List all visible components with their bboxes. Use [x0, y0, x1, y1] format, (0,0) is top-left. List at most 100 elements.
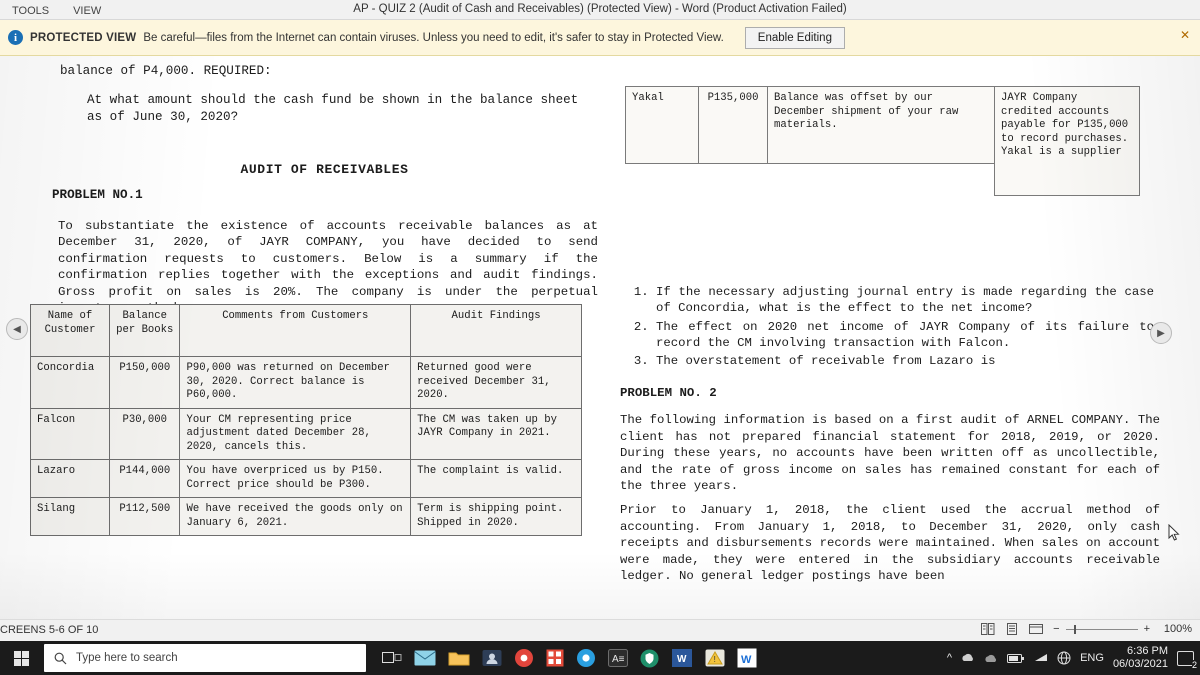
- web-layout-icon[interactable]: [1029, 623, 1044, 635]
- notification-count: 2: [1191, 659, 1197, 670]
- col-comments-from-customers: Comments from Customers: [179, 304, 412, 357]
- problem-2-text: The following information is based on a …: [620, 413, 1160, 493]
- store-icon[interactable]: A≡: [608, 649, 628, 667]
- cell-balance: P30,000: [109, 407, 181, 460]
- cloud-icon[interactable]: [984, 652, 998, 665]
- zoom-level[interactable]: 100%: [1160, 623, 1192, 635]
- cell-findings: Term is shipping point. Shipped in 2020.: [410, 497, 582, 536]
- window-title: AP - QUIZ 2 (Audit of Cash and Receivabl…: [353, 3, 847, 15]
- section-heading: AUDIT OF RECEIVABLES: [240, 162, 409, 177]
- enable-editing-button[interactable]: Enable Editing: [744, 26, 845, 49]
- cell-findings: Returned good were received December 31,…: [410, 356, 582, 409]
- cell-name: Lazaro: [29, 459, 111, 498]
- col-audit-findings: Audit Findings: [410, 304, 582, 357]
- cell-balance: P144,000: [109, 459, 181, 498]
- cell-comments: Your CM representing price adjustment da…: [179, 407, 412, 460]
- document-page: balance of P4,000. REQUIRED: At what amo…: [0, 56, 1200, 619]
- ribbon-strip: TOOLS VIEW AP - QUIZ 2 (Audit of Cash an…: [0, 0, 1200, 20]
- zoom-out-button[interactable]: −: [1053, 623, 1059, 635]
- taskbar: Type here to search A≡ W ! W ^ ENG 6:36 …: [0, 641, 1200, 675]
- search-placeholder: Type here to search: [76, 652, 178, 664]
- battery-icon[interactable]: [1007, 653, 1025, 664]
- notification-icon[interactable]: 2: [1177, 650, 1197, 670]
- globe-icon[interactable]: [1057, 651, 1071, 665]
- previous-screen-button[interactable]: ◀: [6, 318, 28, 340]
- table-header-row: Name of Customer Balance per Books Comme…: [29, 304, 582, 357]
- cell-comments: You have overpriced us by P150. Correct …: [179, 459, 412, 498]
- problem-2-text-continued: Prior to January 1, 2018, the client use…: [620, 503, 1160, 583]
- col-balance-per-books: Balance per Books: [109, 304, 181, 357]
- clock[interactable]: 6:36 PM 06/03/2021: [1113, 645, 1168, 671]
- status-bar-right: − + 100%: [981, 623, 1192, 635]
- cell-comments: P90,000 was returned on December 30, 202…: [179, 356, 412, 409]
- question-item: The effect on 2020 net income of JAYR Co…: [656, 319, 1154, 352]
- chrome-red-icon[interactable]: [514, 648, 534, 668]
- svg-text:W: W: [677, 654, 687, 665]
- cell-name: Concordia: [29, 356, 111, 409]
- document-canvas: balance of P4,000. REQUIRED: At what amo…: [0, 56, 1200, 619]
- svg-text:A≡: A≡: [612, 654, 625, 665]
- system-tray: ^ ENG 6:36 PM 06/03/2021 2: [947, 641, 1197, 675]
- problem-1-text: To substantiate the existence of account…: [58, 219, 598, 315]
- svg-text:W: W: [741, 654, 752, 666]
- cell-balance-continued: P135,000: [698, 86, 768, 164]
- cell-findings: The CM was taken up by JAYR Company in 2…: [410, 407, 582, 460]
- print-layout-icon[interactable]: [1005, 623, 1019, 635]
- cell-comments: We have received the goods only on Janua…: [179, 497, 412, 536]
- svg-text:!: !: [714, 655, 716, 664]
- table-row: Concordia P150,000 P90,000 was returned …: [29, 356, 582, 409]
- cell-name: Silang: [29, 497, 111, 536]
- network-icon[interactable]: [1034, 652, 1048, 664]
- protected-view-label: PROTECTED VIEW: [30, 31, 137, 44]
- col-name-of-customer: Name of Customer: [29, 304, 111, 357]
- problem-1-label: PROBLEM NO.1: [52, 188, 143, 202]
- protected-view-message: Be careful—files from the Internet can c…: [143, 31, 724, 44]
- cell-name: Falcon: [29, 407, 111, 460]
- clock-time: 6:36 PM: [1127, 645, 1168, 657]
- table-row: Lazaro P144,000 You have overpriced us b…: [29, 459, 582, 498]
- zoom-in-button[interactable]: +: [1144, 623, 1150, 635]
- language-indicator[interactable]: ENG: [1080, 652, 1104, 664]
- cell-name-continued: Yakal: [625, 86, 699, 164]
- mouse-cursor: [1168, 524, 1180, 541]
- word-icon[interactable]: W: [671, 648, 693, 668]
- balance-line: balance of P4,000. REQUIRED:: [60, 64, 272, 78]
- search-icon: [54, 652, 67, 664]
- protected-view-bar: i PROTECTED VIEW Be careful—files from t…: [0, 20, 1200, 56]
- cell-comments-continued: Balance was offset by our December shipm…: [767, 86, 995, 164]
- user-app-icon[interactable]: [482, 649, 502, 667]
- page-indicator: CREENS 5-6 OF 10: [0, 624, 99, 636]
- table-row: Falcon P30,000 Your CM representing pric…: [29, 407, 582, 460]
- taskbar-apps: A≡ W ! W: [382, 648, 757, 668]
- read-mode-icon[interactable]: [981, 623, 995, 635]
- chrome-icon[interactable]: [576, 648, 596, 668]
- mail-icon[interactable]: [414, 650, 436, 666]
- required-text: At what amount should the cash fund be s…: [87, 93, 579, 124]
- question-item: The overstatement of receivable from Laz…: [656, 353, 1154, 369]
- warning-app-icon[interactable]: !: [705, 649, 725, 667]
- audit-table: Name of Customer Balance per Books Comme…: [29, 304, 582, 536]
- zoom-handle[interactable]: [1073, 624, 1076, 634]
- status-bar: CREENS 5-6 OF 10 − + 100%: [0, 619, 1200, 641]
- info-icon: i: [8, 30, 23, 45]
- file-explorer-icon[interactable]: [448, 650, 470, 667]
- zoom-track[interactable]: [1065, 624, 1138, 634]
- cell-findings: The complaint is valid.: [410, 459, 582, 498]
- close-icon[interactable]: ✕: [1180, 28, 1190, 42]
- questions-list: If the necessary adjusting journal entry…: [634, 284, 1154, 371]
- problem-2-label: PROBLEM NO. 2: [620, 386, 717, 400]
- onedrive-icon[interactable]: [961, 652, 975, 665]
- windows-logo-icon: [13, 650, 29, 666]
- next-screen-button[interactable]: ▶: [1150, 322, 1172, 344]
- table-row: Silang P112,500 We have received the goo…: [29, 497, 582, 536]
- cell-balance: P150,000: [109, 356, 181, 409]
- start-button[interactable]: [0, 641, 42, 675]
- whatsapp-icon[interactable]: W: [737, 648, 757, 668]
- chevron-up-icon[interactable]: ^: [947, 652, 952, 664]
- cell-balance: P112,500: [109, 497, 181, 536]
- task-view-icon[interactable]: [382, 649, 402, 667]
- zoom-slider[interactable]: − +: [1053, 623, 1150, 635]
- calculator-icon[interactable]: [546, 649, 564, 667]
- shield-icon[interactable]: [640, 649, 659, 668]
- search-input[interactable]: Type here to search: [44, 644, 366, 672]
